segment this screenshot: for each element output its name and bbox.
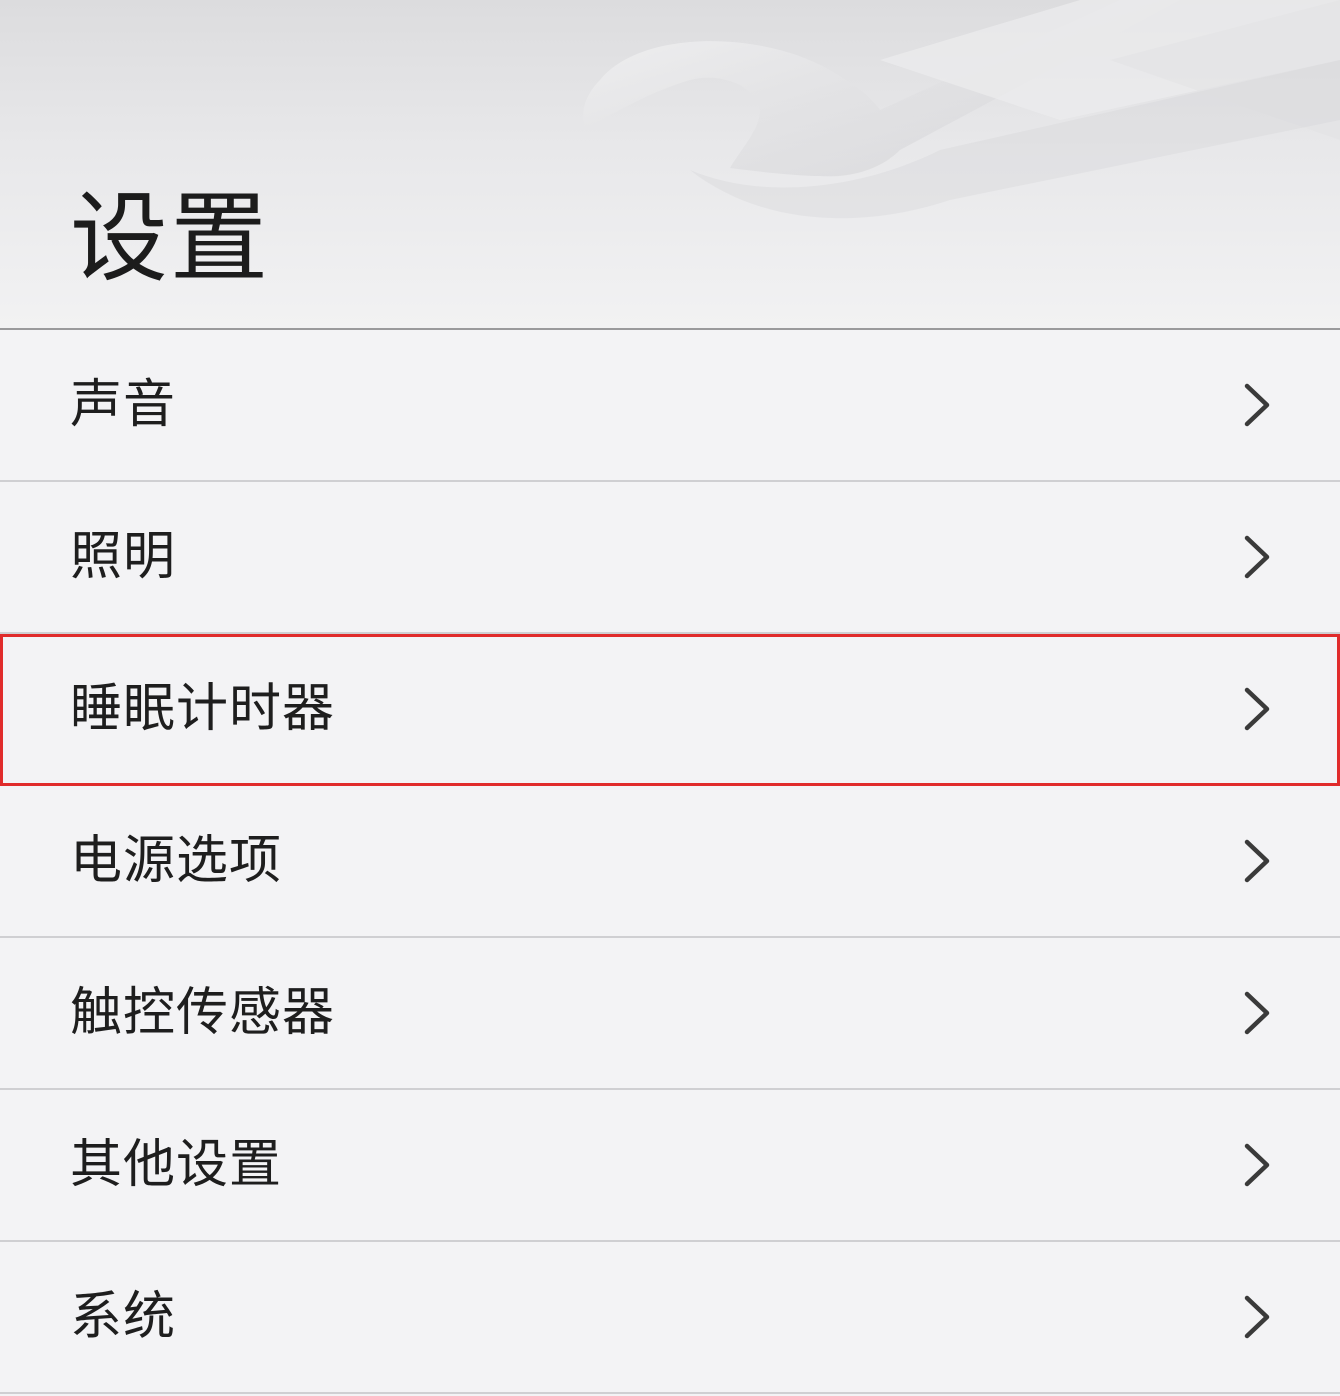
chevron-right-icon: [1244, 687, 1270, 731]
chevron-right-icon: [1244, 991, 1270, 1035]
menu-item-label: 其他设置: [70, 1135, 283, 1195]
menu-item-label: 系统: [70, 1287, 177, 1347]
menu-item-label: 照明: [70, 527, 177, 587]
menu-item-power-options[interactable]: 电源选项: [0, 786, 1340, 938]
menu-item-label: 触控传感器: [70, 983, 336, 1043]
menu-item-sound[interactable]: 声音: [0, 330, 1340, 482]
menu-item-sleep-timer[interactable]: 睡眠计时器: [0, 634, 1340, 786]
chevron-right-icon: [1244, 1143, 1270, 1187]
menu-item-label: 电源选项: [70, 831, 283, 891]
settings-menu: 声音 照明 睡眠计时器 电源选项 触控传感器 其他设置 系统: [0, 330, 1340, 1394]
menu-item-touch-sensor[interactable]: 触控传感器: [0, 938, 1340, 1090]
chevron-right-icon: [1244, 535, 1270, 579]
chevron-right-icon: [1244, 1295, 1270, 1339]
settings-header: 设置: [0, 0, 1340, 329]
menu-item-system[interactable]: 系统: [0, 1242, 1340, 1394]
menu-item-other-settings[interactable]: 其他设置: [0, 1090, 1340, 1242]
chevron-right-icon: [1244, 383, 1270, 427]
menu-item-lighting[interactable]: 照明: [0, 482, 1340, 634]
menu-item-label: 睡眠计时器: [70, 679, 336, 739]
chevron-right-icon: [1244, 839, 1270, 883]
settings-screen: 设置 声音 照明 睡眠计时器 电源选项 触控传感器 其他设置 系统: [0, 0, 1340, 1396]
menu-item-label: 声音: [70, 375, 177, 435]
page-title: 设置: [70, 182, 271, 296]
